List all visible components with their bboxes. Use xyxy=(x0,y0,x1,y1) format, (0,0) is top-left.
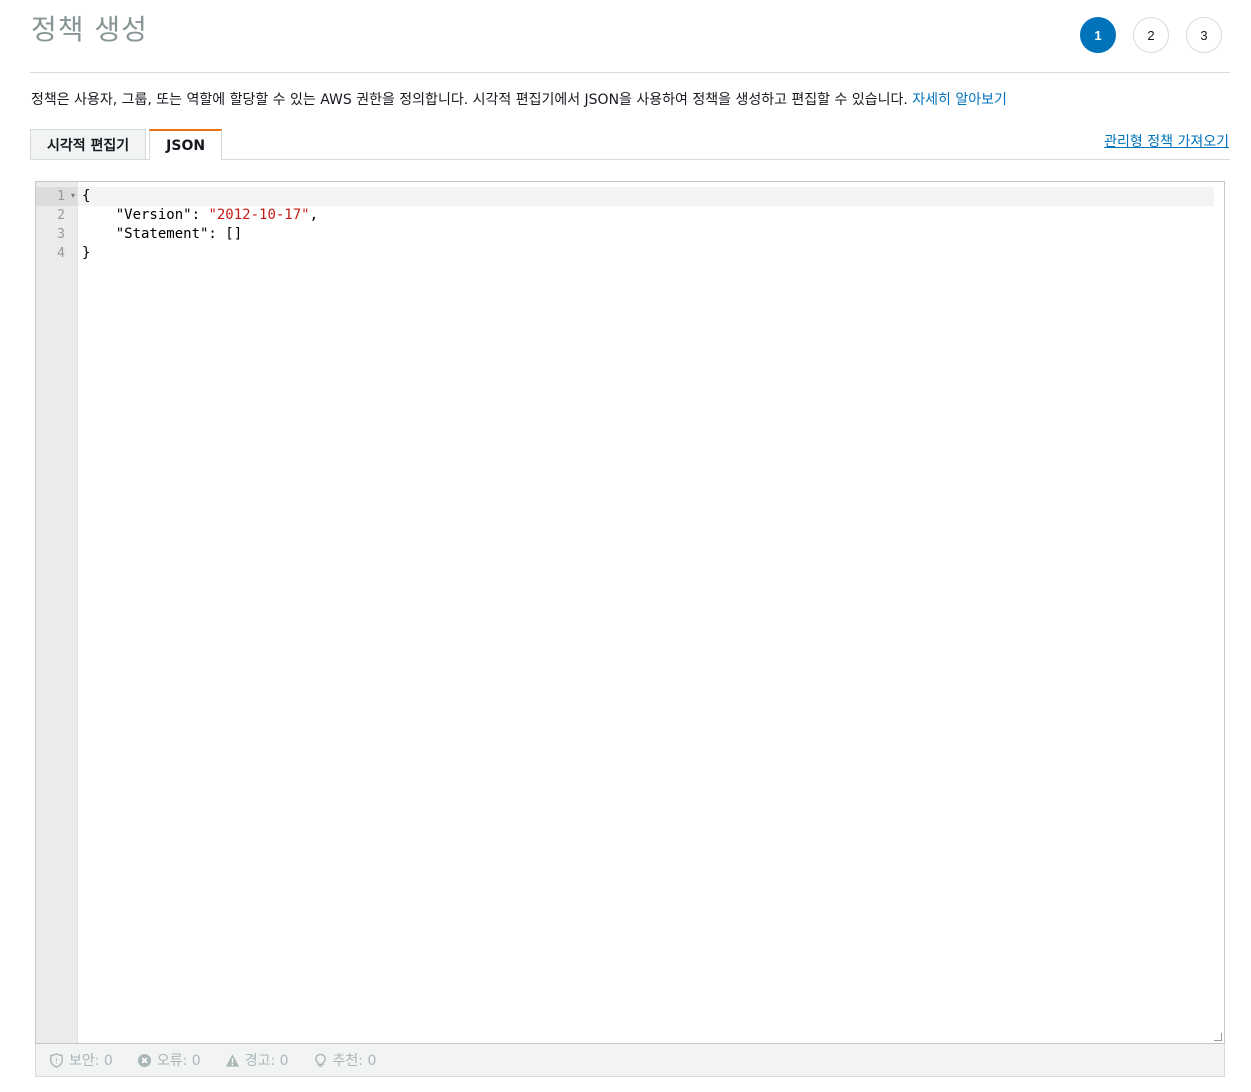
code-line: "Statement": [] xyxy=(82,226,243,242)
security-status[interactable]: ! 보안: 0 xyxy=(49,1050,113,1070)
json-punct: , xyxy=(309,207,319,223)
validation-status-bar: ! 보안: 0 오류: 0 경고: 0 추천: 0 xyxy=(35,1043,1225,1077)
import-managed-policy-link[interactable]: 관리형 정책 가져오기 xyxy=(1104,131,1229,151)
lightbulb-icon xyxy=(314,1053,326,1067)
header-divider xyxy=(30,72,1230,73)
json-editor[interactable]: 1 ▾ 2 3 4 { "Version": "2012-10-17", "St… xyxy=(35,181,1225,1044)
page-title: 정책 생성 xyxy=(31,13,148,46)
code-content[interactable]: { "Version": "2012-10-17", "Statement": … xyxy=(82,187,318,263)
security-status-label: 보안: 0 xyxy=(69,1053,113,1069)
step-1[interactable]: 1 xyxy=(1080,17,1116,53)
errors-status[interactable]: 오류: 0 xyxy=(137,1050,201,1070)
learn-more-link[interactable]: 자세히 알아보기 xyxy=(912,92,1007,108)
code-line: { xyxy=(82,188,91,204)
step-indicator: 1 2 3 xyxy=(1080,17,1222,53)
warnings-status[interactable]: 경고: 0 xyxy=(225,1050,289,1070)
warnings-status-label: 경고: 0 xyxy=(244,1053,289,1069)
tab-json[interactable]: JSON xyxy=(149,129,223,160)
suggestions-status[interactable]: 추천: 0 xyxy=(313,1050,377,1070)
code-line: } xyxy=(82,245,91,261)
json-string: "2012-10-17" xyxy=(208,207,310,223)
editor-tabs: 시각적 편집기 JSON xyxy=(30,129,223,160)
suggestions-status-label: 추천: 0 xyxy=(332,1053,377,1069)
step-3[interactable]: 3 xyxy=(1186,17,1222,53)
errors-status-label: 오류: 0 xyxy=(156,1053,201,1069)
description: 정책은 사용자, 그룹, 또는 역할에 할당할 수 있는 AWS 권한을 정의합… xyxy=(31,89,1007,109)
error-circle-icon xyxy=(137,1053,151,1067)
json-key: "Version": xyxy=(82,207,209,223)
resize-handle-icon[interactable] xyxy=(1214,1033,1222,1041)
code-line: "Version": "2012-10-17", xyxy=(82,206,318,225)
tab-visual-editor[interactable]: 시각적 편집기 xyxy=(30,129,147,159)
description-text: 정책은 사용자, 그룹, 또는 역할에 할당할 수 있는 AWS 권한을 정의합… xyxy=(31,92,913,108)
step-2[interactable]: 2 xyxy=(1133,17,1169,53)
shield-icon: ! xyxy=(50,1052,63,1068)
warning-triangle-icon xyxy=(225,1053,239,1067)
line-number: 4 xyxy=(57,246,65,261)
line-number: 3 xyxy=(57,227,65,242)
fold-arrow-icon[interactable]: ▾ xyxy=(71,191,75,200)
line-number: 2 xyxy=(57,208,65,223)
line-gutter: 1 ▾ 2 3 4 xyxy=(36,182,78,1043)
svg-text:!: ! xyxy=(55,1056,58,1065)
